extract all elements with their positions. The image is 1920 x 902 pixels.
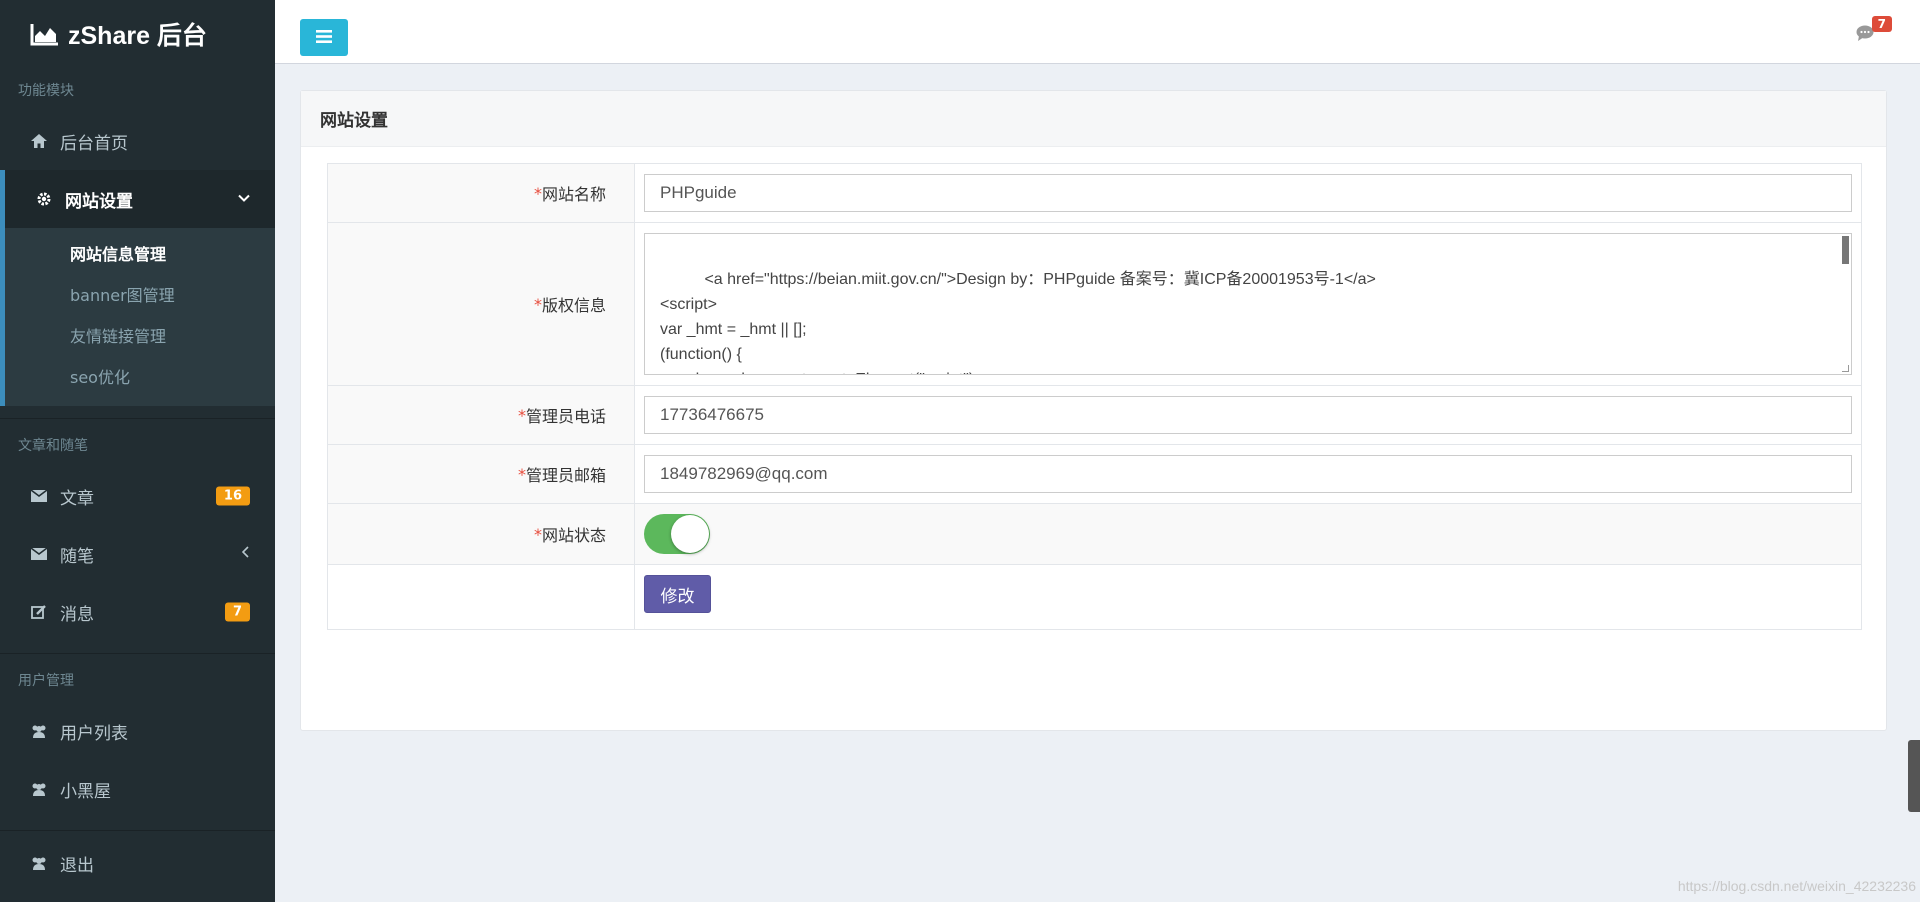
top-navbar: 7 <box>275 0 1920 64</box>
sidebar-item-label: 用户列表 <box>60 723 128 744</box>
sidebar-item-blackroom[interactable]: 小黑屋 <box>0 760 275 818</box>
email-input[interactable]: 1849782969@qq.com <box>644 455 1852 493</box>
sidebar-item-logout[interactable]: 退出 <box>0 835 275 891</box>
status-label: 网站状态 <box>541 526 606 545</box>
section-header-articles: 文章和随笔 <box>18 438 88 454</box>
site-name-input[interactable]: PHPguide <box>644 174 1852 212</box>
sidebar-item-user-list[interactable]: 用户列表 <box>0 702 275 760</box>
sidebar-toggle-button[interactable] <box>300 19 348 56</box>
form-row-submit: 修改 <box>328 565 1861 629</box>
edit-icon <box>30 604 48 620</box>
divider <box>0 418 275 419</box>
settings-form: * 网站名称 PHPguide * 版权信息 <a href="https://be… <box>327 163 1862 630</box>
users-icon <box>30 781 48 797</box>
sidebar-item-label: 文章 <box>60 488 94 509</box>
form-row-phone: * 管理员电话 17736476675 <box>328 386 1861 445</box>
email-label: 管理员邮箱 <box>525 466 606 485</box>
copyright-textarea[interactable]: <a href="https://beian.miit.gov.cn/">Des… <box>644 233 1852 375</box>
envelope-icon <box>30 488 48 504</box>
site-name-label: 网站名称 <box>541 185 606 204</box>
field-label: * 版权信息 <box>328 223 635 385</box>
textarea-scrollbar[interactable] <box>1842 236 1849 264</box>
form-row-site-name: * 网站名称 PHPguide <box>328 164 1861 223</box>
toggle-knob <box>671 515 709 553</box>
field-label: * 网站状态 <box>328 504 635 564</box>
sidebar-item-label: 随笔 <box>60 546 94 567</box>
settings-panel: 网站设置 * 网站名称 PHPguide * 版权信息 <a href="https… <box>300 90 1887 731</box>
users-icon <box>30 723 48 739</box>
submenu-site-settings: 网站信息管理 banner图管理 友情链接管理 seo优化 <box>0 228 275 406</box>
sidebar-item-label: 小黑屋 <box>60 781 111 802</box>
divider <box>0 830 275 831</box>
sidebar-item-label: 网站设置 <box>65 191 133 212</box>
scroll-handle[interactable] <box>1908 740 1920 812</box>
phone-label: 管理员电话 <box>525 407 606 426</box>
panel-title: 网站设置 <box>301 91 1886 147</box>
messages-count-badge: 7 <box>224 602 250 622</box>
sidebar-subitem-banner[interactable]: banner图管理 <box>5 273 275 314</box>
field-label-empty <box>328 565 635 629</box>
users-icon <box>30 855 48 871</box>
copyright-label: 版权信息 <box>541 296 606 315</box>
form-row-status: * 网站状态 <box>328 504 1861 565</box>
section-header-users: 用户管理 <box>18 673 74 689</box>
envelope-icon <box>30 546 48 562</box>
sidebar-subitem-friend-links[interactable]: 友情链接管理 <box>5 314 275 355</box>
brand-title: zShare 后台 <box>68 22 207 50</box>
required-mark: * <box>533 294 542 314</box>
sidebar-item-label: 后台首页 <box>60 133 128 154</box>
home-icon <box>30 133 48 149</box>
form-row-copyright: * 版权信息 <a href="https://beian.miit.gov.cn… <box>328 223 1861 386</box>
sidebar-item-site-settings[interactable]: 网站设置 <box>0 170 275 228</box>
hamburger-icon <box>316 28 332 47</box>
resize-grip-icon[interactable] <box>1842 365 1849 372</box>
copyright-text: <a href="https://beian.miit.gov.cn/">Des… <box>660 271 1376 374</box>
sidebar-subitem-site-info[interactable]: 网站信息管理 <box>5 232 275 273</box>
required-mark: * <box>517 464 526 484</box>
articles-count-badge: 16 <box>215 486 250 506</box>
phone-input[interactable]: 17736476675 <box>644 396 1852 434</box>
form-row-email: * 管理员邮箱 1849782969@qq.com <box>328 445 1861 504</box>
submit-button[interactable]: 修改 <box>644 575 711 613</box>
brand[interactable]: zShare 后台 <box>0 0 275 68</box>
sidebar-item-messages[interactable]: 消息 7 <box>0 583 275 641</box>
sidebar: zShare 后台 功能模块 后台首页 网站设置 网站信息管理 banner图管… <box>0 0 275 902</box>
divider <box>0 653 275 654</box>
notifications-button[interactable]: 7 <box>1856 16 1892 46</box>
site-status-toggle[interactable] <box>644 514 710 554</box>
chevron-left-icon <box>241 546 250 562</box>
section-header-modules: 功能模块 <box>18 83 74 99</box>
field-label: * 网站名称 <box>328 164 635 222</box>
sidebar-item-label: 消息 <box>60 604 94 625</box>
sidebar-item-essays[interactable]: 随笔 <box>0 525 275 583</box>
chevron-down-icon <box>238 192 250 207</box>
required-mark: * <box>533 183 542 203</box>
sidebar-subitem-seo[interactable]: seo优化 <box>5 355 275 396</box>
field-label: * 管理员电话 <box>328 386 635 444</box>
area-chart-icon <box>30 22 60 46</box>
gear-icon <box>35 191 53 207</box>
watermark: https://blog.csdn.net/weixin_42232236 <box>1677 878 1916 894</box>
sidebar-item-label: 退出 <box>60 855 94 876</box>
required-mark: * <box>533 524 542 544</box>
required-mark: * <box>517 405 526 425</box>
field-label: * 管理员邮箱 <box>328 445 635 503</box>
notifications-count-badge: 7 <box>1871 16 1892 32</box>
sidebar-item-articles[interactable]: 文章 16 <box>0 467 275 525</box>
sidebar-item-home[interactable]: 后台首页 <box>0 112 275 170</box>
